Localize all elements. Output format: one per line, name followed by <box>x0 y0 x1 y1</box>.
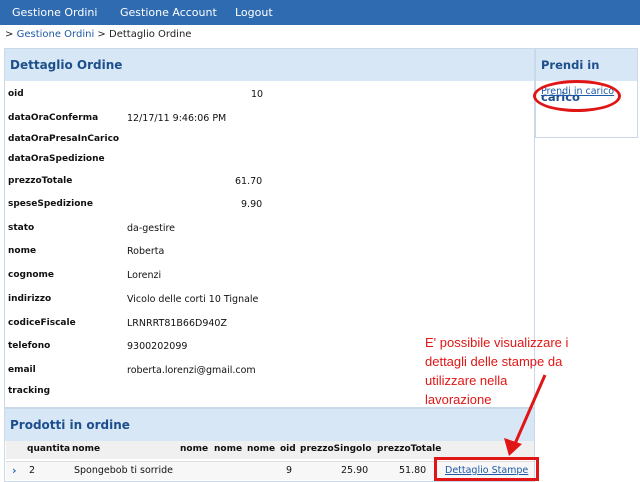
annotation-arrow-svg <box>504 374 547 456</box>
annotation-arrow-line <box>512 374 547 447</box>
annotation-arrow-head <box>504 438 522 456</box>
